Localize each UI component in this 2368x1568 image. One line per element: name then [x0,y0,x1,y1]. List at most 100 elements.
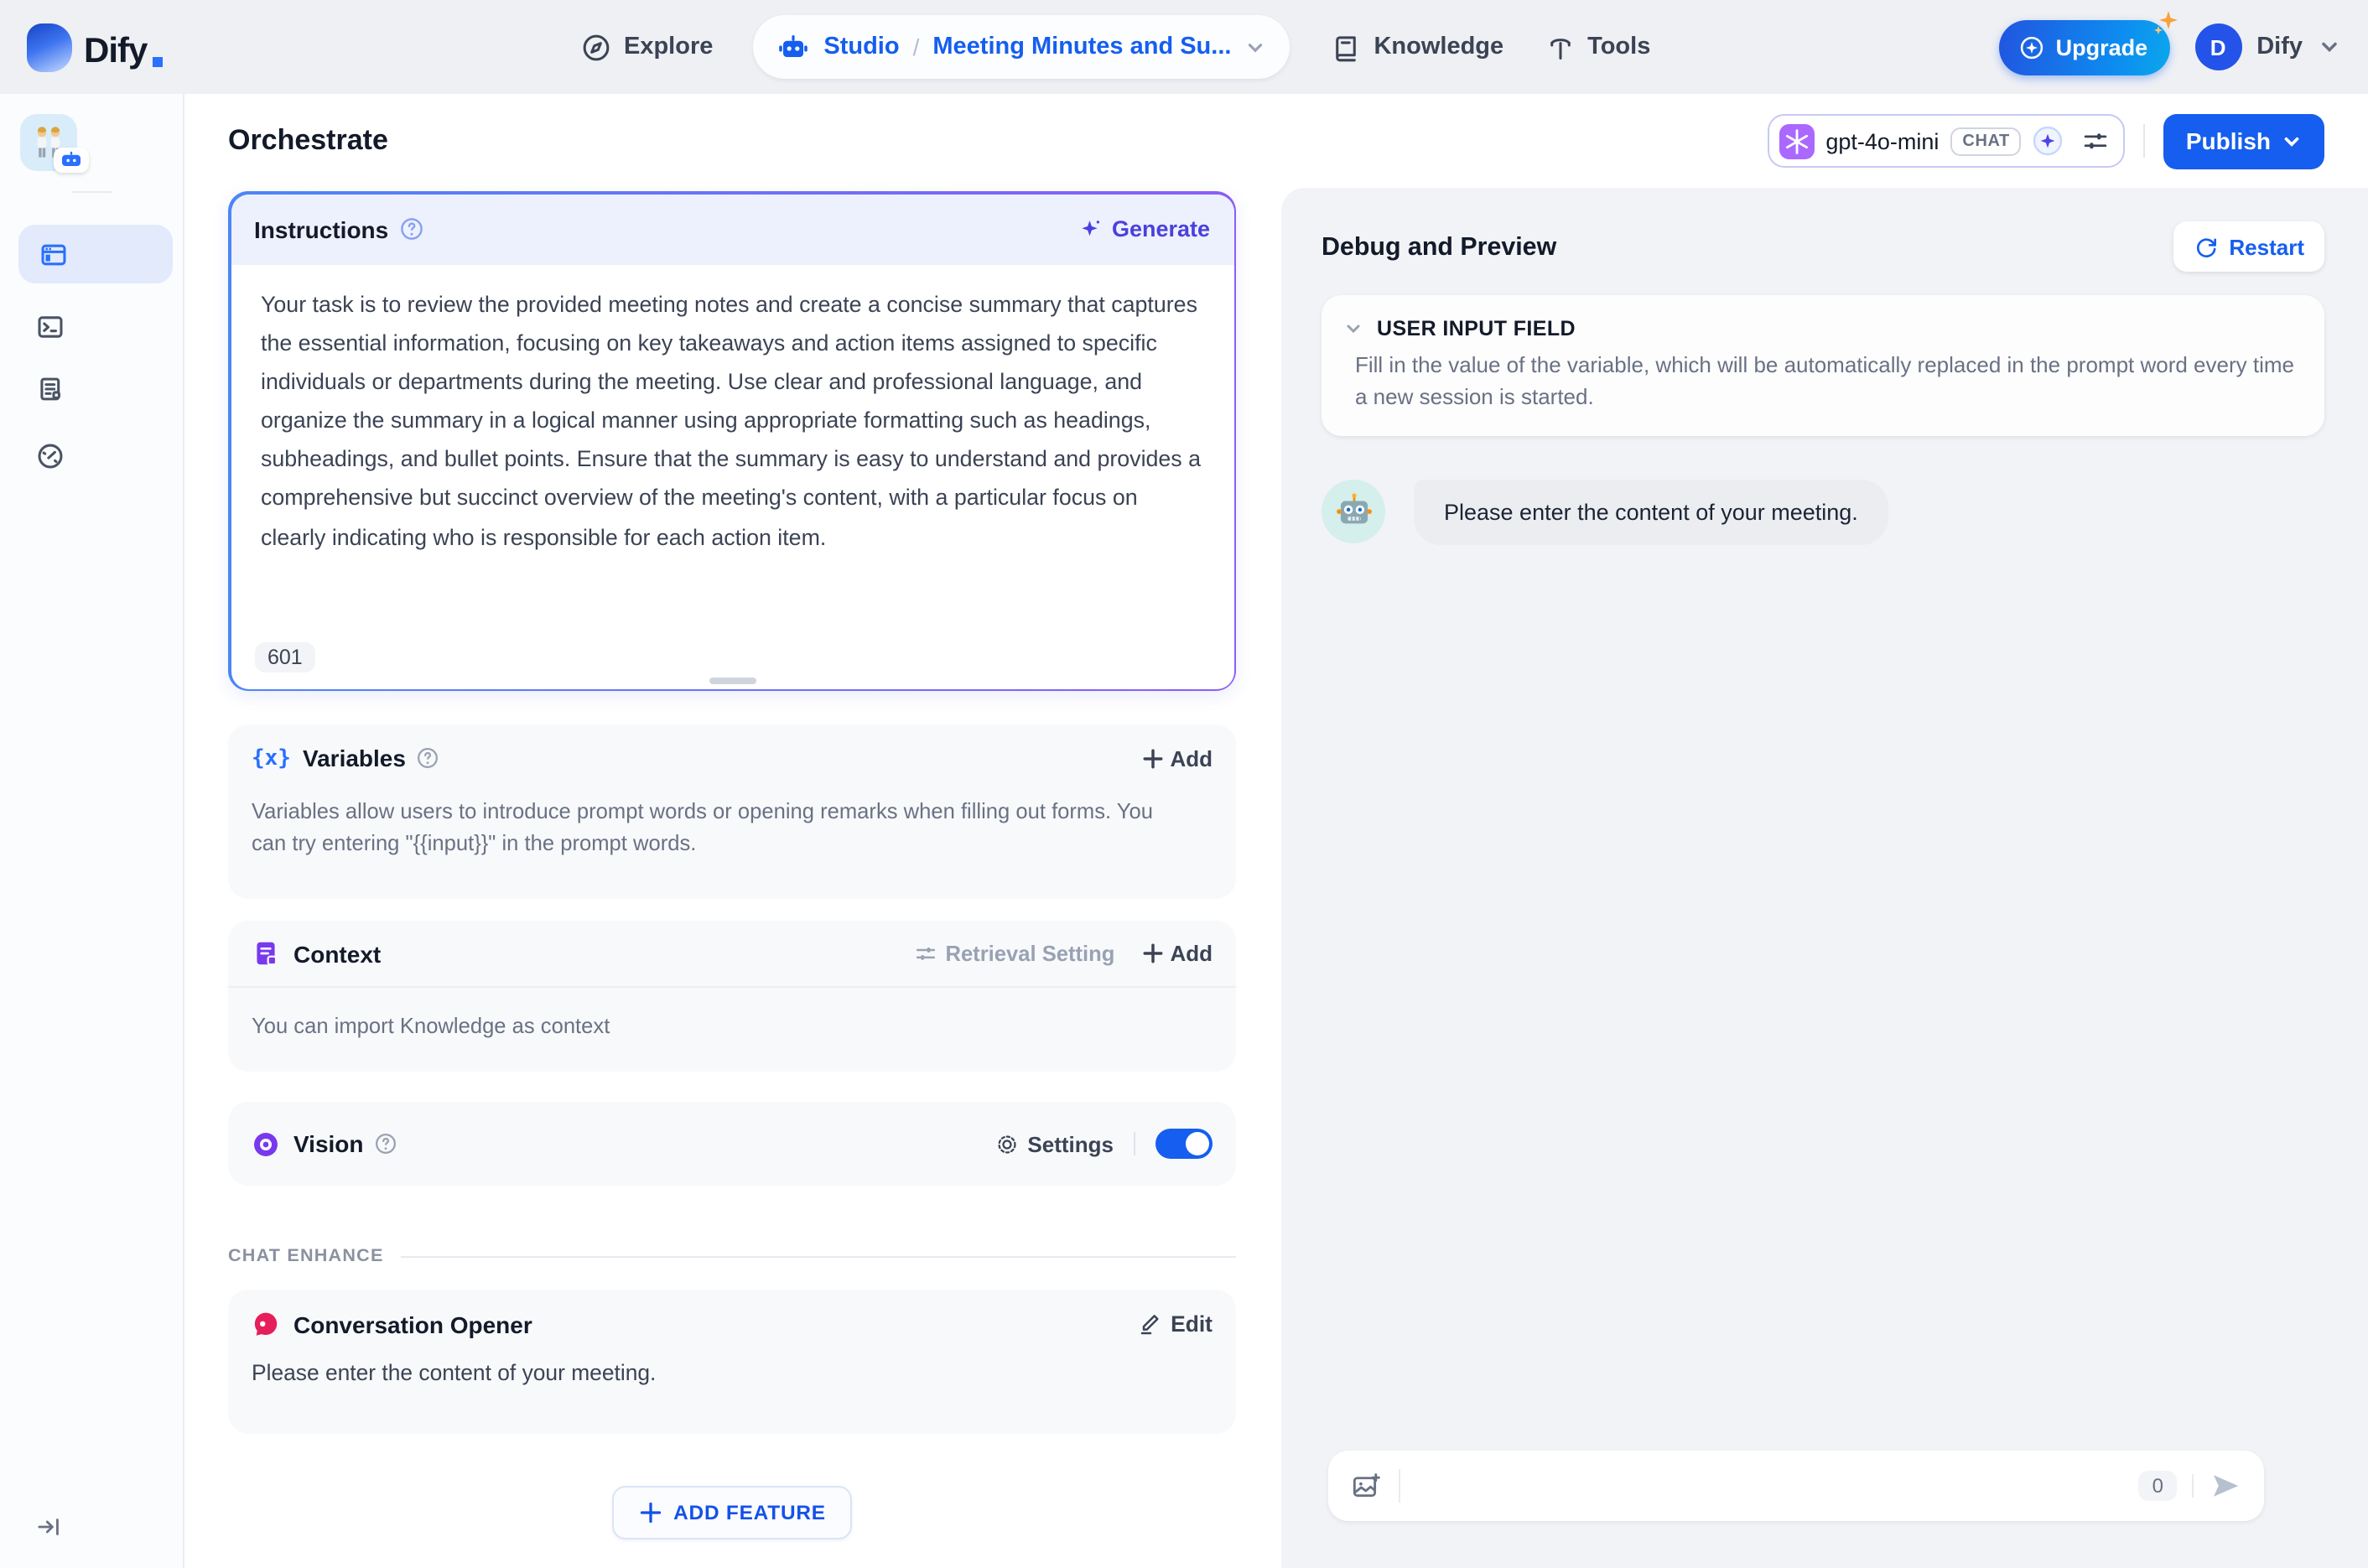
conversation-opener-title: Conversation Opener [293,1311,532,1337]
variables-title: Variables [302,745,406,771]
bot-message-bubble: Please enter the content of your meeting… [1414,479,1888,545]
pencil-icon [1140,1315,1159,1335]
generate-label: Generate [1111,216,1210,241]
studio-breadcrumb[interactable]: Studio / Meeting Minutes and Su... [753,15,1290,79]
app-sidebar [0,94,184,1568]
breadcrumb-separator: / [912,34,920,60]
app-window: Dify Explore Studio / Meeting Minutes an… [0,0,2368,1568]
page-title: Orchestrate [228,124,388,156]
instructions-title: Instructions [254,215,389,242]
chat-input-bar[interactable]: 0 [1328,1451,2264,1521]
nav-knowledge[interactable]: Knowledge [1330,31,1503,63]
sidebar-collapse-button[interactable] [35,1513,64,1541]
context-title: Context [293,940,382,967]
user-name[interactable]: Dify [2256,34,2303,60]
divider [2192,1474,2194,1498]
toolbar-divider [2143,124,2146,158]
bot-message-row: Please enter the content of your meeting… [1322,479,2324,545]
brand-text: Dify [84,31,148,70]
upgrade-button[interactable]: Upgrade [1998,10,2178,75]
help-icon[interactable] [416,746,439,770]
plus-icon [640,1502,661,1524]
robot-icon [776,30,810,64]
model-params-icon[interactable] [2082,127,2111,155]
divider [400,1255,1236,1257]
chat-message-input[interactable] [1400,1451,2139,1521]
bot-avatar [1322,479,1385,543]
restart-button[interactable]: Restart [2173,221,2324,272]
publish-label: Publish [2185,127,2271,154]
context-description: You can import Knowledge as context [252,1013,610,1038]
edit-label: Edit [1171,1311,1213,1337]
model-selector[interactable]: gpt-4o-mini CHAT [1767,114,2126,168]
app-body: Orchestrate gpt-4o-mini CHAT Publish Ins… [0,94,2368,1568]
generate-button[interactable]: Generate [1078,216,1210,241]
retrieval-setting-label: Retrieval Setting [945,941,1115,966]
instructions-header: Instructions Generate [231,194,1233,264]
sidebar-item-monitoring[interactable] [35,441,65,471]
sidebar-item-logs[interactable] [35,374,65,404]
user-input-field-card[interactable]: USER INPUT FIELD Fill in the value of th… [1322,295,2324,436]
retrieval-setting-button[interactable]: Retrieval Setting [913,941,1114,966]
debug-title: Debug and Preview [1322,232,1557,261]
user-avatar[interactable]: D [2194,23,2242,70]
chevron-down-icon[interactable] [2318,35,2341,59]
sidebar-item-orchestrate[interactable] [18,225,173,283]
chat-enhance-section: CHAT ENHANCE [228,1246,1236,1266]
add-feature-label: ADD FEATURE [673,1501,826,1524]
vision-panel: Vision Settings [228,1102,1236,1186]
sidebar-item-api-access[interactable] [35,312,65,342]
edit-opener-button[interactable]: Edit [1137,1311,1213,1337]
conversation-opener-header: Conversation Opener Edit [228,1290,1236,1338]
char-counter: 0 [2138,1471,2177,1501]
model-name: gpt-4o-mini [1825,128,1940,153]
sparkle-circle-icon [2017,33,2046,61]
add-context-button[interactable]: Add [1141,941,1213,966]
sparkle-icon [1082,221,1099,236]
instructions-textarea[interactable]: Your task is to review the provided meet… [231,264,1233,625]
divider [1134,1132,1135,1155]
char-count-badge: 601 [254,641,316,672]
restart-label: Restart [2229,234,2304,259]
image-upload-icon[interactable] [1350,1470,1382,1502]
vision-title: Vision [293,1130,364,1157]
context-header: Context Retrieval Setting Add [228,921,1236,988]
user-input-field-header[interactable]: USER INPUT FIELD [1343,317,2298,340]
brand-logo[interactable]: Dify [27,23,580,71]
refresh-icon [2197,237,2217,257]
debug-preview-pane: Debug and Preview Restart USER INPUT FIE… [1281,188,2368,1568]
add-feature-row: ADD FEATURE [228,1486,1236,1539]
variables-panel: {x} Variables Add Variables allow users … [228,724,1236,899]
nav-studio-label[interactable]: Studio [823,34,899,60]
nav-tools[interactable]: Tools [1544,31,1650,63]
vision-eye-icon [252,1129,280,1158]
chat-enhance-label: CHAT ENHANCE [228,1246,384,1266]
config-pane: Instructions Generate Your task is to re… [184,188,1281,1568]
model-mode-badge: CHAT [1950,127,2022,155]
breadcrumb-app-name[interactable]: Meeting Minutes and Su... [932,34,1231,60]
window-icon [41,243,66,265]
help-icon[interactable] [374,1132,397,1155]
user-input-field-title: USER INPUT FIELD [1377,317,1576,340]
header-right: Upgrade D Dify [1998,10,2341,75]
publish-button[interactable]: Publish [2163,113,2324,169]
instructions-panel: Instructions Generate Your task is to re… [228,191,1236,691]
help-icon[interactable] [398,216,423,241]
chat-bubble-icon [252,1310,280,1338]
compass-icon [580,31,612,63]
orchestrate-toolbar: Orchestrate gpt-4o-mini CHAT Publish [184,94,2368,188]
add-feature-button[interactable]: ADD FEATURE [611,1486,853,1539]
chevron-down-icon [2284,136,2299,146]
add-variable-button[interactable]: Add [1141,745,1213,771]
chevron-down-icon[interactable] [1244,36,1266,58]
vision-toggle[interactable] [1155,1129,1213,1159]
add-label: Add [1170,941,1213,966]
nav-explore-label: Explore [624,34,714,60]
hammer-icon [1544,31,1576,63]
vision-settings-button[interactable]: Settings [994,1131,1114,1156]
send-icon[interactable] [2209,1469,2242,1503]
nav-explore[interactable]: Explore [580,31,713,63]
resize-handle[interactable] [709,678,756,684]
collapse-arrow-icon [38,1519,59,1535]
nav-knowledge-label: Knowledge [1374,34,1504,60]
